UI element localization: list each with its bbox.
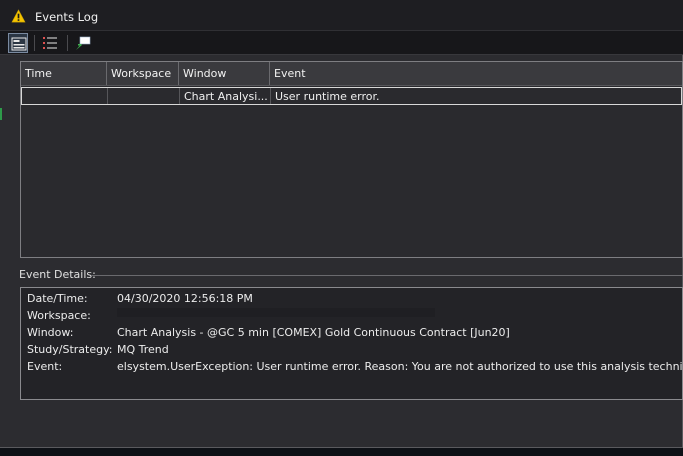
warning-icon bbox=[11, 9, 26, 23]
detail-label-datetime: Date/Time: bbox=[27, 292, 88, 305]
cell-event: User runtime error. bbox=[275, 90, 380, 103]
flag-icon bbox=[76, 36, 91, 50]
layout-view-button[interactable] bbox=[8, 33, 28, 53]
column-header-workspace[interactable]: Workspace bbox=[107, 62, 179, 85]
events-log-window: Events Log Time Workspace Window Event C… bbox=[0, 0, 683, 448]
detail-label-study: Study/Strategy: bbox=[27, 343, 113, 356]
column-header-time[interactable]: Time bbox=[21, 62, 107, 85]
table-row[interactable]: Chart Analysi... User runtime error. bbox=[21, 87, 682, 105]
toolbar-separator bbox=[67, 35, 68, 51]
detail-label-workspace: Workspace: bbox=[27, 309, 91, 322]
layout-view-icon bbox=[11, 37, 27, 51]
section-divider bbox=[91, 275, 683, 276]
list-view-button[interactable] bbox=[40, 33, 60, 53]
window-title: Events Log bbox=[35, 10, 99, 24]
detail-label-event: Event: bbox=[27, 360, 63, 373]
detail-value-event: elsystem.UserException: User runtime err… bbox=[117, 360, 683, 373]
background-chart-tick bbox=[0, 108, 2, 120]
column-header-event[interactable]: Event bbox=[270, 62, 682, 85]
events-grid[interactable]: Time Workspace Window Event Chart Analys… bbox=[20, 61, 683, 258]
detail-value-window: Chart Analysis - @GC 5 min [COMEX] Gold … bbox=[117, 326, 510, 339]
column-header-window[interactable]: Window bbox=[179, 62, 270, 85]
detail-value-datetime: 04/30/2020 12:56:18 PM bbox=[117, 292, 253, 305]
cell-window: Chart Analysi... bbox=[184, 90, 268, 103]
detail-label-window: Window: bbox=[27, 326, 74, 339]
detail-value-study: MQ Trend bbox=[117, 343, 169, 356]
event-details-panel: Date/Time: 04/30/2020 12:56:18 PM Worksp… bbox=[20, 287, 683, 400]
toolbar bbox=[0, 31, 683, 55]
cell-time bbox=[22, 88, 107, 104]
list-view-icon bbox=[43, 37, 57, 49]
grid-header: Time Workspace Window Event bbox=[21, 62, 682, 86]
cell-workspace bbox=[108, 88, 179, 104]
flag-button[interactable] bbox=[73, 33, 93, 53]
event-details-label: Event Details: bbox=[19, 268, 96, 281]
detail-value-workspace-redacted bbox=[117, 308, 435, 317]
title-bar[interactable]: Events Log bbox=[0, 0, 683, 31]
toolbar-separator bbox=[34, 35, 35, 51]
